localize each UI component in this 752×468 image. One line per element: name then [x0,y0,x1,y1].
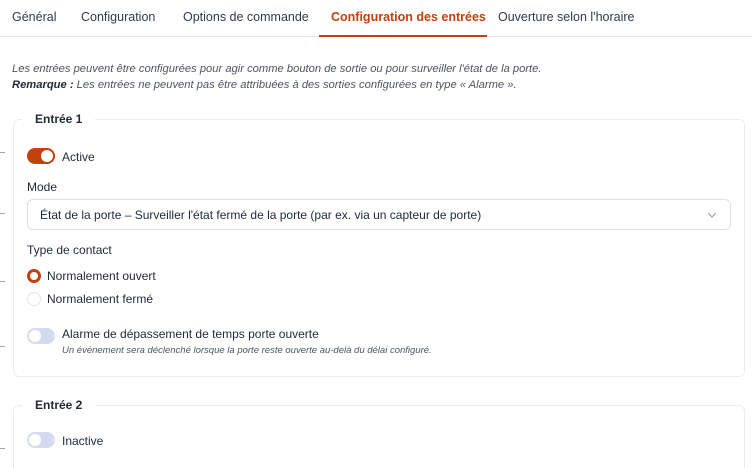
input-1-active-toggle[interactable] [27,148,55,164]
intro-note-label: Remarque : [12,79,74,91]
contact-type-label: Type de contact [27,243,112,257]
intro-note-text: Les entrées ne peuvent pas être attribué… [73,79,517,91]
door-open-alarm-label: Alarme de dépassement de temps porte ouv… [62,327,319,341]
mode-select-value: État de la porte – Surveiller l'état fer… [40,208,482,222]
active-tab-indicator [319,35,487,37]
toggle-knob [41,150,53,162]
edge-marker [0,346,5,347]
door-open-alarm-toggle[interactable] [27,328,55,344]
tab-configuration[interactable]: Configuration [81,10,155,24]
chevron-down-icon [707,212,717,218]
input-card-1: Entrée 1 Active Mode État de la porte – … [13,112,745,377]
tab-configuration-des-entrees[interactable]: Configuration des entrées [331,10,486,24]
mode-select[interactable]: État de la porte – Surveiller l'état fer… [27,199,731,230]
input-1-active-label: Active [62,150,95,164]
tab-ouverture-selon-horaire[interactable]: Ouverture selon l'horaire [498,10,634,24]
intro-text: Les entrées peuvent être configurées pou… [12,61,542,93]
mode-label: Mode [27,180,58,194]
radio-normally-open-label: Normalement ouvert [47,269,156,283]
toggle-knob [29,434,41,446]
input-2-active-label: Inactive [62,434,104,448]
intro-description: Les entrées peuvent être configurées pou… [12,63,542,75]
toggle-knob [29,330,41,342]
input-card-2: Entrée 2 Inactive [13,398,745,468]
tab-general[interactable]: Général [12,10,56,24]
input-card-1-title: Entrée 1 [22,112,96,126]
radio-normally-closed[interactable] [27,292,41,306]
tab-options-de-commande[interactable]: Options de commande [183,10,309,24]
input-2-active-toggle[interactable] [27,432,55,448]
edge-marker [0,213,5,214]
tab-bar: Général Configuration Options de command… [0,0,752,37]
intro-note: Remarque : Les entrées ne peuvent pas êt… [12,77,542,93]
edge-marker [0,152,5,153]
radio-normally-closed-label: Normalement fermé [47,292,154,306]
input-card-2-title: Entrée 2 [22,398,96,412]
edge-marker [0,448,5,449]
radio-normally-open[interactable] [27,269,41,283]
edge-marker [0,281,5,282]
door-open-alarm-help: Un événement sera déclenché lorsque la p… [62,345,432,356]
